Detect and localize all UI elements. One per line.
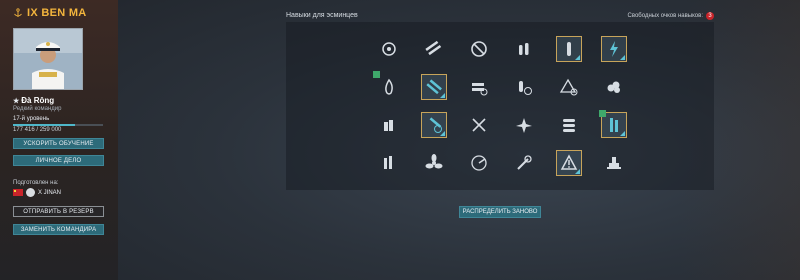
torpedo-tubes-icon <box>425 40 442 56</box>
torpedo-stack-icon <box>563 119 575 132</box>
skill-ammo-timer[interactable] <box>511 74 537 100</box>
commander-name: Đà Rông <box>21 96 55 105</box>
skill-level-corner <box>440 131 445 136</box>
trained-for-label: Подготовлен на: <box>13 180 59 186</box>
avatar <box>14 29 82 89</box>
skill-level-corner <box>575 55 580 60</box>
skill-plane-target[interactable] <box>511 112 537 138</box>
skill-gear-target[interactable] <box>376 36 402 62</box>
skill-radar-sweep[interactable] <box>466 150 492 176</box>
crossed-swords-icon <box>472 118 486 132</box>
redistribute-button[interactable]: РАСПРЕДЕЛИТЬ ЗАНОВО <box>459 206 541 218</box>
skill-warning-timer[interactable] <box>556 74 582 100</box>
skill-propeller[interactable] <box>421 150 447 176</box>
speed-up-training-button[interactable]: УСКОРИТЬ ОБУЧЕНИЕ <box>13 138 104 149</box>
gear-target-icon <box>382 42 396 56</box>
skill-shell-upgrade[interactable] <box>556 36 582 62</box>
aa-upgrade-icon <box>384 120 393 131</box>
commander-xp: 177 416 / 259 000 <box>13 127 62 133</box>
tools-icon <box>517 155 532 170</box>
skill-torpedo-tubes[interactable] <box>421 36 447 62</box>
smoke-icon <box>607 81 620 93</box>
skill-flame[interactable] <box>373 71 402 100</box>
flame-icon <box>385 78 393 95</box>
skill-lightning-radar[interactable] <box>601 36 627 62</box>
skill-battery-upgrade[interactable] <box>599 110 627 138</box>
skill-shells[interactable] <box>511 36 537 62</box>
skill-smoke[interactable] <box>601 74 627 100</box>
personal-file-button[interactable]: ЛИЧНОЕ ДЕЛО <box>13 155 104 166</box>
skill-guns-upgrade[interactable] <box>376 150 402 176</box>
ship-title: IX BEN MA <box>13 7 87 19</box>
star-icon: ★ <box>13 97 20 105</box>
anchor-icon <box>14 8 22 17</box>
skill-level-corner <box>620 131 625 136</box>
skill-warning-triangle[interactable] <box>556 150 582 176</box>
new-skill-badge <box>373 71 380 78</box>
xp-progress-bar <box>13 124 103 126</box>
skill-level-corner <box>440 93 445 98</box>
plane-target-icon <box>516 118 532 133</box>
skill-crossed-swords[interactable] <box>466 112 492 138</box>
ship-tower-icon <box>607 157 621 169</box>
skill-level-corner <box>620 55 625 60</box>
radar-sweep-icon <box>471 155 487 171</box>
skill-grid <box>286 22 714 190</box>
replace-commander-button[interactable]: ЗАМЕНИТЬ КОМАНДИРА <box>13 224 104 235</box>
free-skill-points: Свободных очков навыков: 3 <box>628 12 714 20</box>
ship-name: IX BEN MA <box>27 7 87 19</box>
skill-torpedo-reload[interactable] <box>421 74 447 100</box>
skill-prohibited-circle[interactable] <box>466 36 492 62</box>
skill-torpedo-timer[interactable] <box>466 74 492 100</box>
commander-rank: Редкий командир <box>13 106 62 112</box>
skill-torpedo-timer-2[interactable] <box>421 112 447 138</box>
guns-upgrade-icon <box>384 156 392 169</box>
trained-for-row: X JINAN <box>13 188 61 197</box>
trained-ship-name: X JINAN <box>38 189 62 196</box>
shells-icon <box>519 43 529 55</box>
skill-tools[interactable] <box>511 150 537 176</box>
china-flag-icon <box>13 189 23 196</box>
commander-name-row: ★ Đà Rông <box>13 96 54 105</box>
torpedo-timer-icon <box>472 83 488 96</box>
commander-level: 17-й уровень <box>13 116 50 122</box>
free-points-badge: 3 <box>706 12 714 20</box>
skill-torpedo-stack[interactable] <box>556 112 582 138</box>
skill-ship-tower[interactable] <box>601 150 627 176</box>
skill-level-corner <box>575 169 580 174</box>
prohibited-circle-icon <box>471 41 487 57</box>
commander-portrait[interactable] <box>13 28 83 90</box>
ammo-timer-icon <box>519 81 532 95</box>
new-skill-badge <box>599 110 606 117</box>
skills-heading: Навыки для эсминцев <box>286 12 358 19</box>
propeller-icon <box>425 154 443 169</box>
ship-icon <box>26 188 35 197</box>
send-to-reserve-button[interactable]: ОТПРАВИТЬ В РЕЗЕРВ <box>13 206 104 217</box>
free-points-label: Свободных очков навыков: <box>627 13 703 19</box>
skill-aa-upgrade[interactable] <box>376 112 402 138</box>
warning-timer-icon <box>559 78 578 96</box>
xp-progress-fill <box>13 124 75 126</box>
